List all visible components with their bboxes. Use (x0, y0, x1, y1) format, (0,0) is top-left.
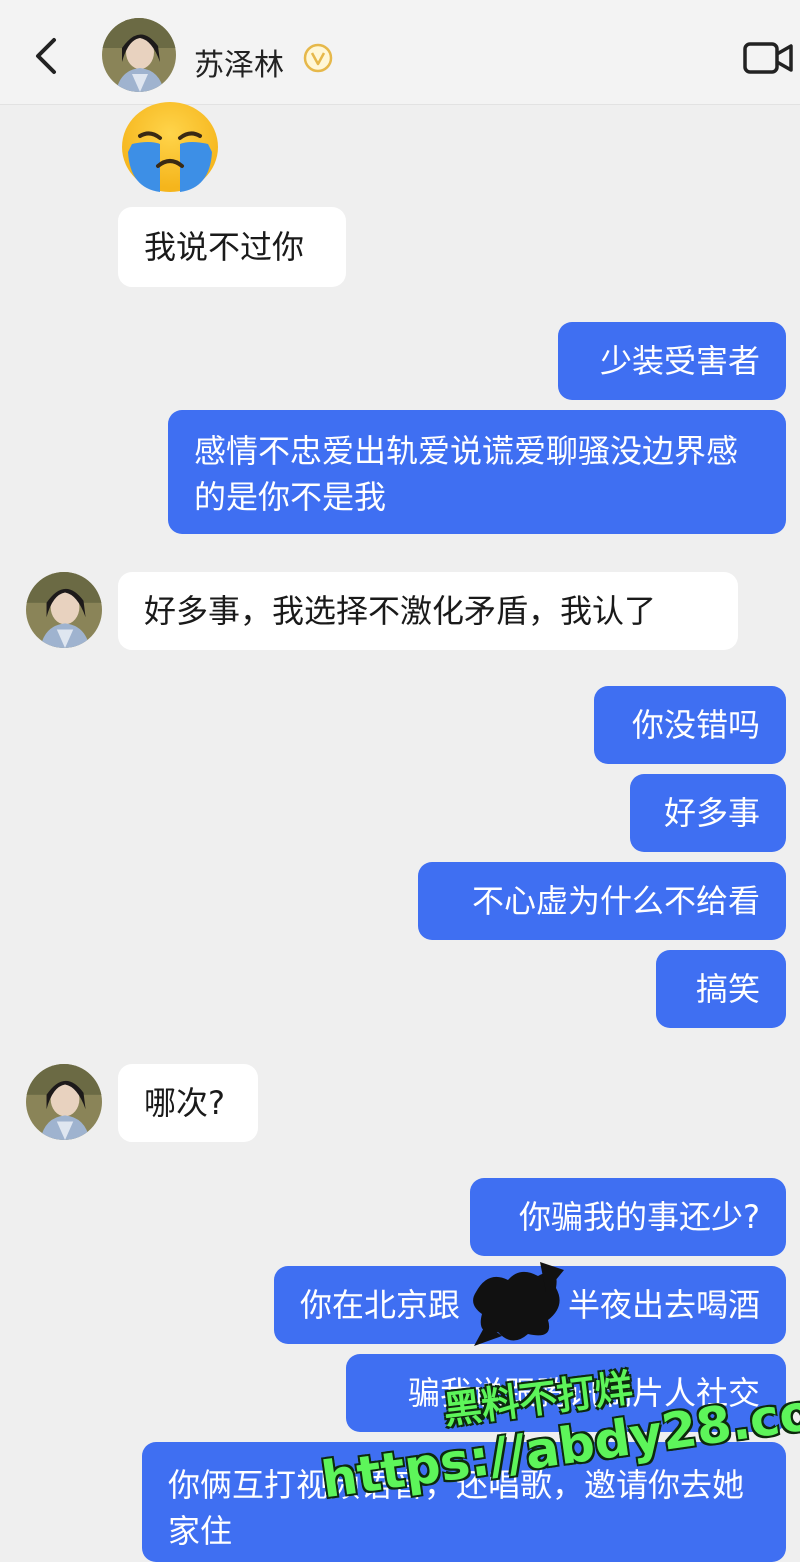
message-bubble-incoming[interactable]: 好多事，我选择不激化矛盾，我认了 (118, 572, 738, 650)
message-bubble-outgoing[interactable]: 你没错吗 (594, 686, 786, 764)
video-camera-icon[interactable] (742, 40, 794, 76)
message-bubble-outgoing[interactable]: 好多事 (630, 774, 786, 852)
crying-face-emoji (122, 102, 218, 192)
contact-avatar[interactable] (102, 18, 176, 92)
verified-v-badge-icon (303, 43, 333, 73)
message-text: 你没错吗 (631, 706, 760, 744)
message-text: 哪次? (144, 1084, 225, 1122)
message-text: 少装受害者 (599, 342, 760, 380)
contact-avatar[interactable] (26, 572, 102, 648)
message-text: 你骗我的事还少? (519, 1198, 760, 1236)
chevron-left-icon[interactable] (30, 34, 66, 78)
message-bubble-outgoing[interactable]: 少装受害者 (558, 322, 786, 400)
message-text: 你在北京跟 (300, 1286, 461, 1324)
message-text: 半夜出去喝酒 (567, 1286, 760, 1324)
message-text: 搞笑 (695, 970, 760, 1008)
redaction-scribble (473, 1262, 564, 1346)
message-text: 好多事，我选择不激化矛盾，我认了 (144, 592, 657, 630)
chat-header: 苏泽林 (0, 0, 800, 105)
message-bubble-outgoing[interactable]: 你骗我的事还少? (470, 1178, 786, 1256)
message-bubble-outgoing[interactable]: 感情不忠爱出轨爱说谎爱聊骚没边界感的是你不是我 (168, 410, 786, 534)
message-bubble-outgoing[interactable]: 搞笑 (656, 950, 786, 1028)
message-text: 好多事 (663, 794, 760, 832)
message-bubble-incoming[interactable]: 我说不过你 (118, 207, 346, 287)
message-text: 我说不过你 (144, 228, 305, 266)
message-text: 感情不忠爱出轨爱说谎爱聊骚没边界感的是你不是我 (194, 432, 739, 516)
contact-name: 苏泽林 (194, 48, 284, 83)
contact-avatar[interactable] (26, 1064, 102, 1140)
message-text: 不心虚为什么不给看 (471, 882, 760, 920)
message-bubble-incoming[interactable]: 哪次? (118, 1064, 258, 1142)
message-bubble-outgoing[interactable]: 不心虚为什么不给看 (418, 862, 786, 940)
